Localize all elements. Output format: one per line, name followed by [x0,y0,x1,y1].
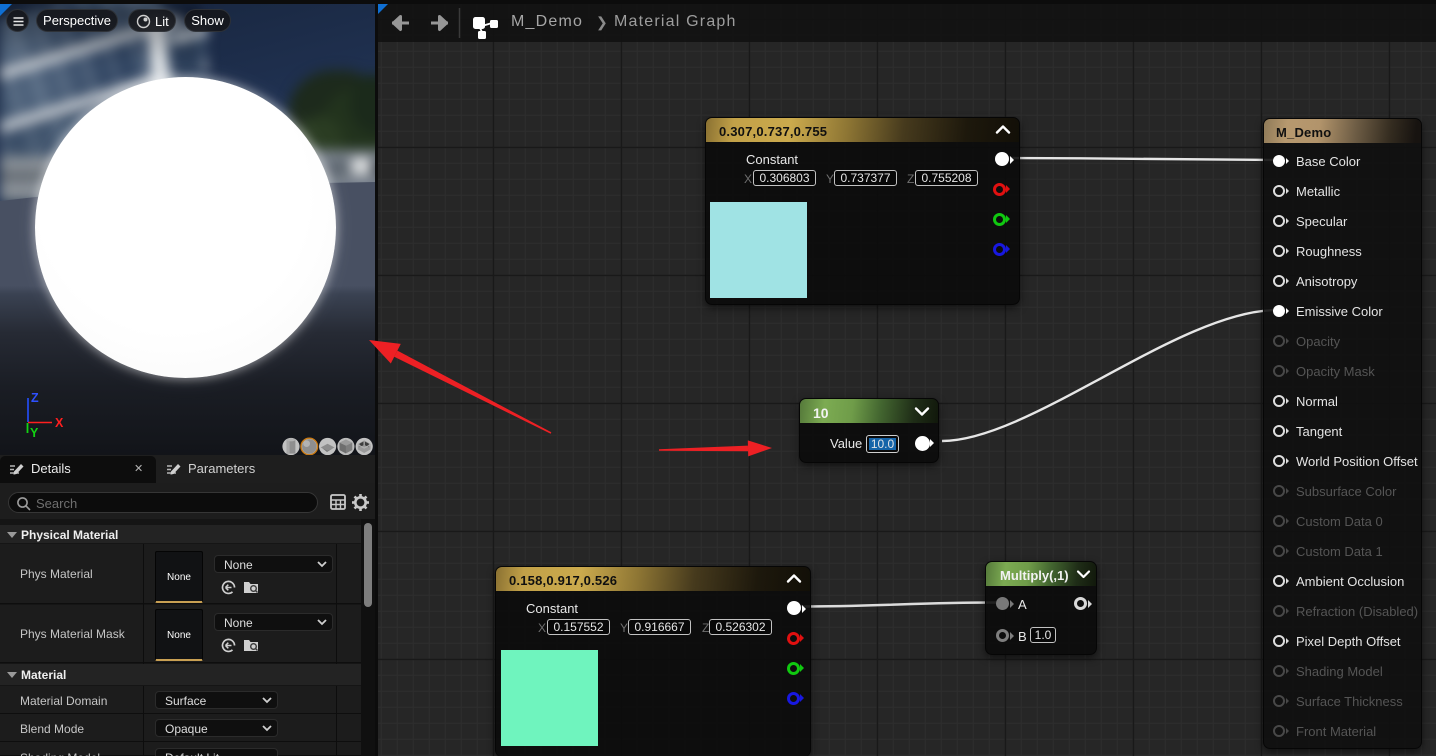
svg-text:X: X [55,416,64,430]
svg-text:Z: Z [31,391,39,405]
svg-text:Y: Y [30,426,39,440]
